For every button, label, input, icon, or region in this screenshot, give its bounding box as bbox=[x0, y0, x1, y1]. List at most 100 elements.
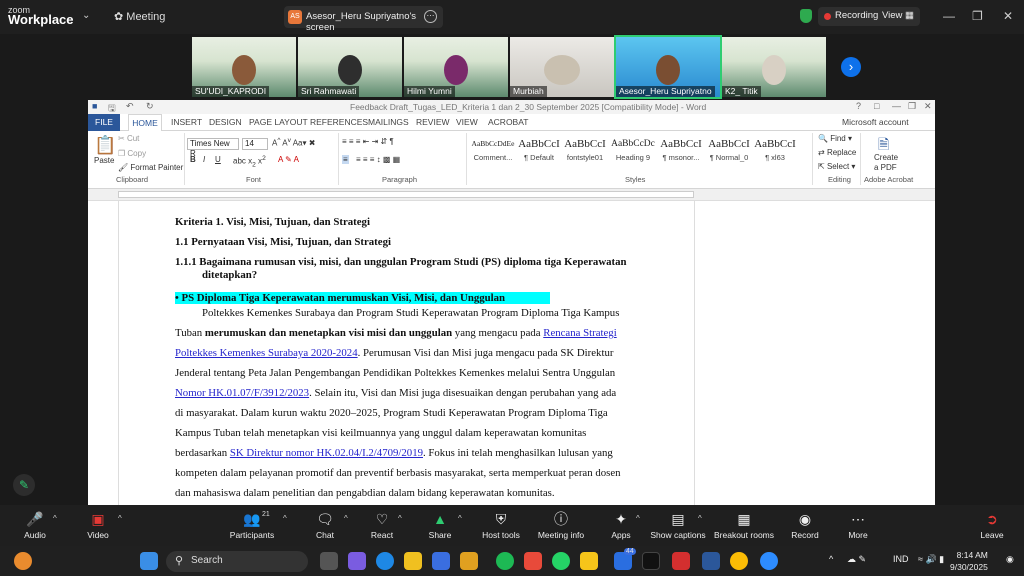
font-name-input[interactable]: Times New R bbox=[187, 138, 239, 158]
sticky-notes-icon[interactable] bbox=[580, 552, 598, 570]
create-pdf-button[interactable]: Create bbox=[874, 153, 898, 162]
document-area[interactable]: Kriteria 1. Visi, Misi, Tujuan, dan Stra… bbox=[88, 201, 935, 505]
style-heading9[interactable]: AaBbCcDc Heading 9 bbox=[610, 135, 656, 169]
file-explorer-icon[interactable] bbox=[404, 552, 422, 570]
video-button[interactable]: ▣ Video bbox=[78, 505, 118, 546]
italic-button[interactable]: I bbox=[203, 155, 205, 164]
meeting-info-button[interactable]: ⓘ Meeting info bbox=[533, 505, 589, 546]
style-xl63[interactable]: AaBbCcI ¶ xl63 bbox=[752, 135, 798, 169]
tab-page-layout[interactable]: PAGE LAYOUT bbox=[249, 117, 308, 127]
chat-button[interactable]: 🗨 Chat bbox=[305, 505, 345, 546]
tiktok-icon[interactable] bbox=[642, 552, 660, 570]
style-normal0[interactable]: AaBbCcI ¶ Normal_0 bbox=[706, 135, 752, 169]
account-label[interactable]: Microsoft account bbox=[842, 117, 909, 127]
document-page[interactable]: Kriteria 1. Visi, Misi, Tujuan, dan Stra… bbox=[118, 201, 695, 505]
language-indicator[interactable]: IND bbox=[893, 554, 909, 564]
task-view-icon[interactable] bbox=[320, 552, 338, 570]
paste-button[interactable]: Paste bbox=[94, 156, 114, 165]
breakout-rooms-button[interactable]: ▦ Breakout rooms bbox=[712, 505, 776, 546]
record-button[interactable]: ◉ Record bbox=[785, 505, 825, 546]
link-poltekkes[interactable]: Poltekkes Kemenkes Surabaya 2020-2024 bbox=[175, 347, 358, 359]
view-button[interactable]: View ▦ bbox=[882, 10, 914, 21]
participant-tile[interactable]: Hilmi Yumni bbox=[404, 37, 508, 97]
participant-tile[interactable]: K2_ Titik bbox=[722, 37, 826, 97]
link-nomor-hk[interactable]: Nomor HK.01.07/F/3912/2023 bbox=[175, 387, 309, 399]
underline-button[interactable]: U bbox=[215, 155, 221, 164]
chevron-up-icon[interactable]: ^ bbox=[458, 514, 462, 523]
next-page-icon[interactable]: › bbox=[841, 57, 861, 77]
font-size-input[interactable]: 14 bbox=[242, 138, 268, 150]
store-icon[interactable] bbox=[432, 552, 450, 570]
copy-button[interactable]: ❐ Copy bbox=[118, 149, 146, 158]
close-icon[interactable]: ✕ bbox=[924, 101, 932, 112]
align-buttons[interactable]: ≡ ≡ ≡ ↕ ▩ ▦ bbox=[356, 155, 400, 164]
horizontal-ruler[interactable] bbox=[88, 189, 935, 201]
bullets-icon[interactable]: ≡ ≡ ≡ ⇤ ⇥ ⇵ ¶ bbox=[342, 137, 394, 146]
help-icon[interactable]: ? bbox=[856, 101, 861, 111]
paste-icon[interactable]: 📋 bbox=[94, 135, 116, 156]
meeting-menu[interactable]: ✿ Meeting bbox=[114, 10, 165, 23]
format-painter-button[interactable]: 🖌 Format Painter bbox=[118, 163, 183, 172]
participant-tile[interactable]: SU'UDI_KAPRODI bbox=[192, 37, 296, 97]
replace-button[interactable]: ⇄ Replace bbox=[818, 148, 856, 157]
notifications-icon[interactable]: ◉ bbox=[1006, 554, 1014, 565]
copilot-icon[interactable] bbox=[348, 552, 366, 570]
start-icon[interactable] bbox=[140, 552, 158, 570]
style-fontstyle01[interactable]: AaBbCcI fontstyle01 bbox=[562, 135, 608, 169]
react-button[interactable]: ♡ React bbox=[362, 505, 402, 546]
tab-mailings[interactable]: MAILINGS bbox=[368, 117, 409, 127]
tab-insert[interactable]: INSERT bbox=[171, 117, 202, 127]
align-left-button[interactable]: ≡ bbox=[342, 155, 349, 164]
annotate-pencil-icon[interactable]: ✎ bbox=[13, 474, 35, 496]
cut-button[interactable]: ✂ Cut bbox=[118, 134, 139, 143]
captions-button[interactable]: ▤ Show captions bbox=[649, 505, 707, 546]
link-sk-direktur[interactable]: SK Direktur nomor HK.02.04/I.2/4709/2019 bbox=[230, 447, 423, 459]
recording-indicator[interactable]: Recording View ▦ bbox=[818, 7, 920, 26]
shield-icon[interactable] bbox=[800, 9, 812, 23]
strikethrough-button[interactable]: abc x2 x2 bbox=[233, 155, 266, 168]
participant-tile[interactable]: Murbiah bbox=[510, 37, 614, 97]
style-msonormal[interactable]: AaBbCcI ¶ msonor... bbox=[658, 135, 704, 169]
acrobat-icon[interactable] bbox=[672, 552, 690, 570]
weather-icon[interactable] bbox=[14, 552, 32, 570]
tab-review[interactable]: REVIEW bbox=[416, 117, 450, 127]
office-icon[interactable] bbox=[524, 552, 542, 570]
bold-button[interactable]: B bbox=[190, 155, 196, 164]
audio-button[interactable]: 🎤 Audio bbox=[15, 505, 55, 546]
more-button[interactable]: ⋯ More bbox=[838, 505, 878, 546]
find-button[interactable]: 🔍 Find ▾ bbox=[818, 134, 852, 143]
word-icon[interactable] bbox=[702, 552, 720, 570]
chevron-up-icon[interactable]: ^ bbox=[118, 514, 122, 523]
undo-icon[interactable]: ↶ bbox=[126, 101, 134, 112]
participants-button[interactable]: 👥 Participants bbox=[224, 505, 280, 546]
zoom-icon[interactable] bbox=[760, 552, 778, 570]
more-icon[interactable]: ⋯ bbox=[424, 10, 437, 23]
tab-view[interactable]: VIEW bbox=[456, 117, 478, 127]
chevron-up-icon[interactable]: ^ bbox=[398, 514, 402, 523]
participant-tile[interactable]: Sri Rahmawati bbox=[298, 37, 402, 97]
edge-icon[interactable] bbox=[376, 552, 394, 570]
tab-design[interactable]: DESIGN bbox=[209, 117, 242, 127]
restore-icon[interactable]: ❐ bbox=[908, 101, 916, 112]
share-button[interactable]: ▲ Share bbox=[420, 505, 460, 546]
style-default[interactable]: AaBbCcI ¶ Default bbox=[516, 135, 562, 169]
chevron-up-icon[interactable]: ^ bbox=[283, 514, 287, 523]
tab-references[interactable]: REFERENCES bbox=[310, 117, 368, 127]
apps-button[interactable]: ✦ Apps bbox=[603, 505, 639, 546]
font-color-button[interactable]: A ✎ A bbox=[278, 155, 299, 164]
host-tools-button[interactable]: ⛨ Host tools bbox=[478, 505, 524, 546]
ribbon-options-icon[interactable]: □ bbox=[874, 101, 879, 111]
close-icon[interactable]: ✕ bbox=[1003, 9, 1013, 23]
tab-acrobat[interactable]: ACROBAT bbox=[488, 117, 528, 127]
taskbar-search[interactable]: ⚲ Search bbox=[166, 551, 308, 572]
tab-home[interactable]: HOME bbox=[128, 114, 162, 132]
whatsapp-icon[interactable] bbox=[552, 552, 570, 570]
minimize-icon[interactable]: — bbox=[943, 9, 955, 23]
link-rencana-strategi[interactable]: Rencana Strategi bbox=[543, 327, 616, 339]
chevron-down-icon[interactable]: ⌄ bbox=[82, 10, 90, 21]
restore-icon[interactable]: ❐ bbox=[972, 9, 983, 23]
leave-button[interactable]: ➲ Leave bbox=[972, 505, 1012, 546]
network-icon[interactable]: ≈ 🔊 ▮ bbox=[918, 554, 944, 565]
app-icon[interactable] bbox=[460, 552, 478, 570]
chrome-icon[interactable] bbox=[730, 552, 748, 570]
